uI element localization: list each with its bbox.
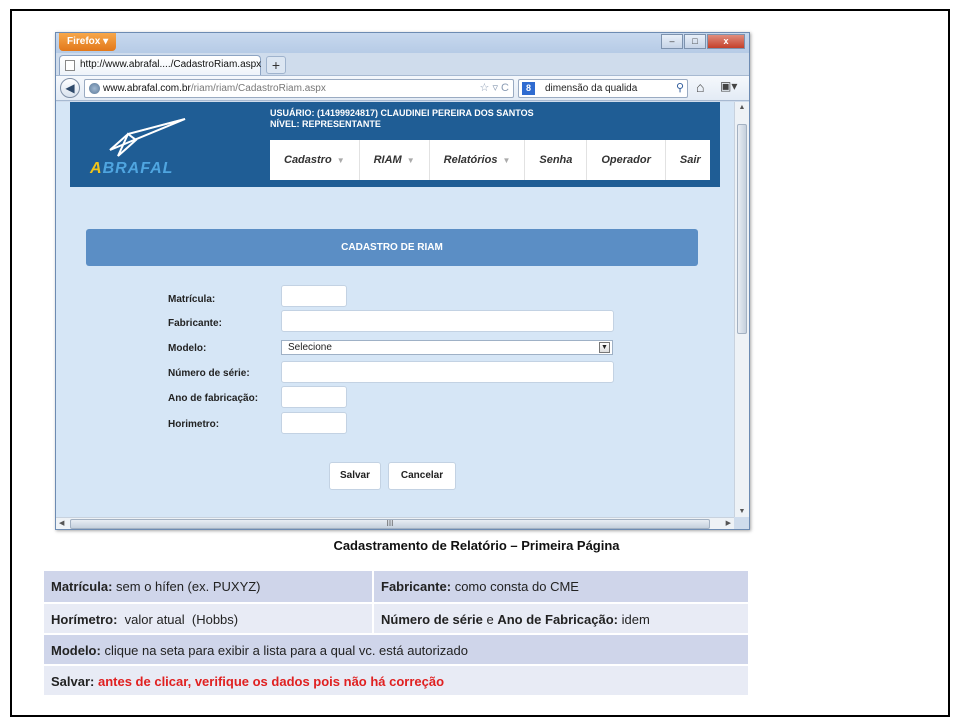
chevron-down-icon: ▼ <box>336 155 345 165</box>
browser-titlebar: Firefox ▾ – □ x <box>56 33 749 53</box>
chevron-down-icon[interactable]: ▼ <box>599 342 610 353</box>
menu-item-operador[interactable]: Operador <box>586 140 665 180</box>
numero-serie-label: Número de série: <box>168 368 250 379</box>
numero-serie-input[interactable] <box>281 361 614 383</box>
modelo-selected-value: Selecione <box>288 342 332 353</box>
save-button[interactable]: Salvar <box>329 462 381 490</box>
table-row: Matrícula: sem o hífen (ex. PUXYZ) Fabri… <box>44 571 748 602</box>
url-bar[interactable]: www.abrafal.com.br/riam/riam/CadastroRia… <box>84 79 514 98</box>
logo[interactable]: ABRAFAL <box>70 102 265 187</box>
close-button[interactable]: x <box>707 34 745 49</box>
new-tab-button[interactable]: + <box>266 56 286 74</box>
table-cell: Número de série e Ano de Fabricação: ide… <box>372 604 748 633</box>
browser-window: Firefox ▾ – □ x http://www.abrafal..../C… <box>55 32 750 530</box>
table-row: Modelo: clique na seta para exibir a lis… <box>44 633 748 664</box>
horizontal-scroll-thumb[interactable]: III <box>70 519 710 529</box>
panel-title: CADASTRO DE RIAM <box>86 229 698 266</box>
table-cell: Fabricante: como consta do CME <box>372 571 748 602</box>
table-cell: Salvar: antes de clicar, verifique os da… <box>44 666 748 695</box>
table-cell: Matrícula: sem o hífen (ex. PUXYZ) <box>44 571 372 602</box>
globe-icon <box>89 83 100 94</box>
window-controls: – □ x <box>661 34 745 49</box>
modelo-label: Modelo: <box>168 343 207 354</box>
browser-tab[interactable]: http://www.abrafal..../CadastroRiam.aspx <box>59 55 261 75</box>
table-row: Horímetro: valor atual (Hobbs) Número de… <box>44 602 748 633</box>
search-icon[interactable]: ⚲ <box>676 80 684 97</box>
url-domain: www.abrafal.com.br <box>103 83 191 94</box>
user-info: USUÁRIO: (14199924817) CLAUDINEI PEREIRA… <box>270 108 534 130</box>
bookmarks-menu-icon[interactable]: ▣▾ <box>720 79 737 93</box>
tab-title: http://www.abrafal..../CadastroRiam.aspx <box>80 59 262 70</box>
table-cell: Horímetro: valor atual (Hobbs) <box>44 604 372 633</box>
vertical-scroll-thumb[interactable] <box>737 124 747 334</box>
table-cell: Modelo: clique na seta para exibir a lis… <box>44 635 748 664</box>
ano-fabricacao-label: Ano de fabricação: <box>168 393 259 404</box>
site-header: ABRAFAL USUÁRIO: (14199924817) CLAUDINEI… <box>70 102 720 187</box>
scroll-right-icon[interactable]: ▶ <box>726 518 731 529</box>
slide-caption: Cadastramento de Relatório – Primeira Pá… <box>333 538 620 553</box>
tab-strip: http://www.abrafal..../CadastroRiam.aspx… <box>56 53 749 75</box>
menu-item-relatorios[interactable]: Relatórios ▼ <box>428 140 525 180</box>
google-icon: 8 <box>522 82 535 95</box>
scroll-up-icon[interactable]: ▲ <box>735 104 749 111</box>
table-row: Salvar: antes de clicar, verifique os da… <box>44 664 748 695</box>
menu-item-sair[interactable]: Sair <box>664 140 715 180</box>
chevron-down-icon: ▼ <box>502 155 511 165</box>
chevron-down-icon: ▼ <box>406 155 415 165</box>
page-icon <box>65 60 75 71</box>
horizontal-scrollbar[interactable]: ◀ III ▶ <box>56 517 734 529</box>
matricula-input[interactable] <box>281 285 347 307</box>
back-arrow-icon[interactable]: ◀ <box>60 78 80 98</box>
horimetro-label: Horimetro: <box>168 419 220 430</box>
scroll-left-icon[interactable]: ◀ <box>59 518 64 529</box>
logo-text: ABRAFAL <box>90 160 174 177</box>
level-line: NÍVEL: REPRESENTANTE <box>270 119 381 129</box>
horimetro-input[interactable] <box>281 412 347 434</box>
maximize-button[interactable]: □ <box>684 34 706 49</box>
search-text: dimensão da qualida <box>545 83 638 94</box>
fabricante-input[interactable] <box>281 310 614 332</box>
menu-item-cadastro[interactable]: Cadastro ▼ <box>270 140 359 180</box>
vertical-scrollbar[interactable]: ▲ ▼ <box>734 102 749 517</box>
instructions-table: Matrícula: sem o hífen (ex. PUXYZ) Fabri… <box>44 571 748 695</box>
search-bar[interactable]: 8 dimensão da qualida ⚲ <box>518 79 688 98</box>
main-menu: Cadastro ▼ RIAM ▼ Relatórios ▼ Senha Operad… <box>270 140 710 180</box>
cancel-button[interactable]: Cancelar <box>388 462 456 490</box>
menu-item-senha[interactable]: Senha <box>524 140 586 180</box>
home-icon[interactable]: ⌂ <box>696 79 704 95</box>
scroll-down-icon[interactable]: ▼ <box>735 508 749 515</box>
ano-fabricacao-input[interactable] <box>281 386 347 408</box>
page-viewport: ABRAFAL USUÁRIO: (14199924817) CLAUDINEI… <box>56 102 734 517</box>
navigation-bar: ◀ www.abrafal.com.br/riam/riam/CadastroR… <box>56 75 749 101</box>
menu-item-riam[interactable]: RIAM ▼ <box>358 140 429 180</box>
bookmark-star-icon[interactable]: ☆ ▿ C <box>480 80 509 97</box>
fabricante-label: Fabricante: <box>168 318 222 329</box>
url-path: /riam/riam/CadastroRiam.aspx <box>190 83 326 94</box>
modelo-select[interactable]: Selecione ▼ <box>281 340 613 355</box>
matricula-label: Matrícula: <box>168 294 216 305</box>
user-line: USUÁRIO: (14199924817) CLAUDINEI PEREIRA… <box>270 108 534 118</box>
firefox-menu-button[interactable]: Firefox ▾ <box>59 33 117 51</box>
minimize-button[interactable]: – <box>661 34 683 49</box>
